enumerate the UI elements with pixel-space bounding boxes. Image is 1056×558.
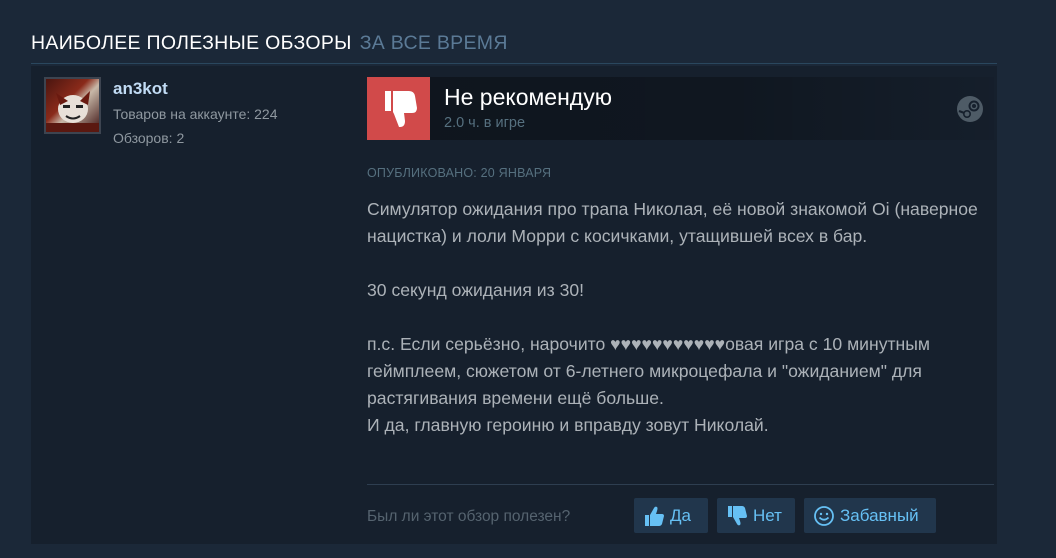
author-name[interactable]: an3kot — [113, 79, 168, 99]
review-card: an3kot Товаров на аккаунте: 224 Обзоров:… — [31, 66, 997, 544]
review-verdict: Не рекомендую — [444, 84, 612, 110]
smiley-icon — [814, 505, 834, 526]
review-paragraph: 30 секунд ожидания из 30! — [367, 280, 585, 300]
author-products-count[interactable]: Товаров на аккаунте: 224 — [113, 106, 278, 122]
divider — [31, 63, 997, 64]
thumbs-down-icon — [367, 77, 430, 140]
vote-no-label: Нет — [753, 505, 782, 525]
review-author: an3kot Товаров на аккаунте: 224 Обзоров:… — [44, 77, 344, 146]
divider — [367, 484, 994, 485]
helpful-question: Был ли этот обзор полезен? — [367, 508, 571, 525]
review-text: Симулятор ожидания про трапа Николая, её… — [367, 196, 987, 439]
steam-icon — [956, 95, 984, 123]
thumbs-up-icon — [645, 506, 664, 526]
review-paragraph: п.с. Если серьёзно, нарочито ♥♥♥♥♥♥♥♥♥♥♥… — [367, 331, 987, 439]
vote-funny-label: Забавный — [840, 505, 919, 525]
section-title: НАИБОЛЕЕ ПОЛЕЗНЫЕ ОБЗОРЫ — [31, 32, 352, 54]
review-paragraph: Симулятор ожидания про трапа Николая, её… — [367, 199, 978, 246]
avatar[interactable] — [44, 77, 101, 134]
vote-funny-button[interactable]: Забавный — [804, 498, 936, 533]
review-rating-bar[interactable]: Не рекомендую 2.0 ч. в игре — [367, 77, 994, 140]
review-line: И да, главную героиню и вправду зовут Ни… — [367, 415, 769, 435]
vote-yes-label: Да — [670, 505, 691, 525]
page-title: НАИБОЛЕЕ ПОЛЕЗНЫЕ ОБЗОРЫ ЗА ВСЕ ВРЕМЯ — [31, 32, 508, 55]
vote-yes-button[interactable]: Да — [634, 498, 708, 533]
author-reviews-count[interactable]: Обзоров: 2 — [113, 130, 184, 146]
thumbs-down-icon — [728, 505, 747, 525]
playtime-hours: 2.0 ч. в игре — [444, 115, 526, 131]
review-line: п.с. Если серьёзно, нарочито ♥♥♥♥♥♥♥♥♥♥♥… — [367, 334, 931, 408]
period-filter[interactable]: ЗА ВСЕ ВРЕМЯ — [360, 32, 508, 54]
posted-date: ОПУБЛИКОВАНО: 20 ЯНВАРЯ — [367, 166, 552, 180]
vote-no-button[interactable]: Нет — [717, 498, 795, 533]
